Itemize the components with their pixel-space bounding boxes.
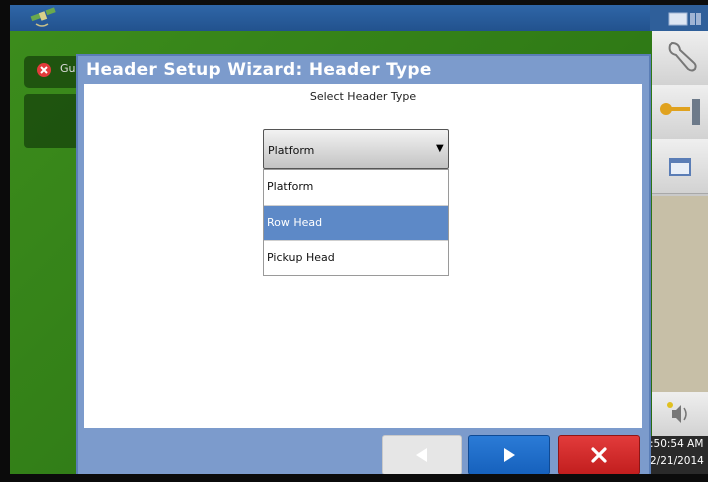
clock-date: 2/21/2014 [650, 455, 704, 467]
next-button[interactable] [468, 435, 550, 475]
option-platform[interactable]: Platform [264, 170, 448, 204]
key-button[interactable] [652, 85, 708, 140]
window-button[interactable] [652, 139, 708, 194]
status-tile[interactable] [24, 94, 84, 148]
gps-satellite-icon[interactable] [28, 6, 64, 30]
cancel-button[interactable] [558, 435, 640, 475]
option-row-head[interactable]: Row Head [264, 206, 448, 240]
dialog-title: Header Setup Wizard: Header Type [86, 60, 432, 80]
dialog-subtitle: Select Header Type [309, 90, 417, 103]
side-panel [652, 196, 708, 392]
key-icon [660, 99, 700, 125]
close-icon [591, 447, 607, 463]
clock-time: :50:54 AM [650, 438, 704, 450]
clock-display: :50:54 AM 2/21/2014 [650, 436, 708, 474]
alert-label: Gu [60, 62, 76, 75]
frame-edge [0, 0, 10, 482]
volume-button[interactable] [652, 392, 708, 437]
frame-edge [0, 474, 708, 482]
screen-layout-icon[interactable] [668, 11, 702, 27]
back-button[interactable] [382, 435, 462, 475]
header-type-value: Platform [268, 144, 315, 157]
error-x-icon [37, 63, 51, 77]
speaker-icon [667, 402, 687, 423]
display-screen: Gu :50:54 AM 2/21/2014 Header Setup Wiza… [0, 0, 708, 482]
top-status-bar [10, 5, 650, 32]
dropdown-caret-icon: ▼ [436, 143, 444, 154]
option-pickup-head[interactable]: Pickup Head [264, 241, 448, 275]
wrench-icon [668, 41, 697, 72]
next-arrow-icon [504, 448, 515, 462]
window-icon [669, 158, 691, 176]
back-arrow-icon [416, 448, 427, 462]
tools-button[interactable] [652, 31, 708, 86]
